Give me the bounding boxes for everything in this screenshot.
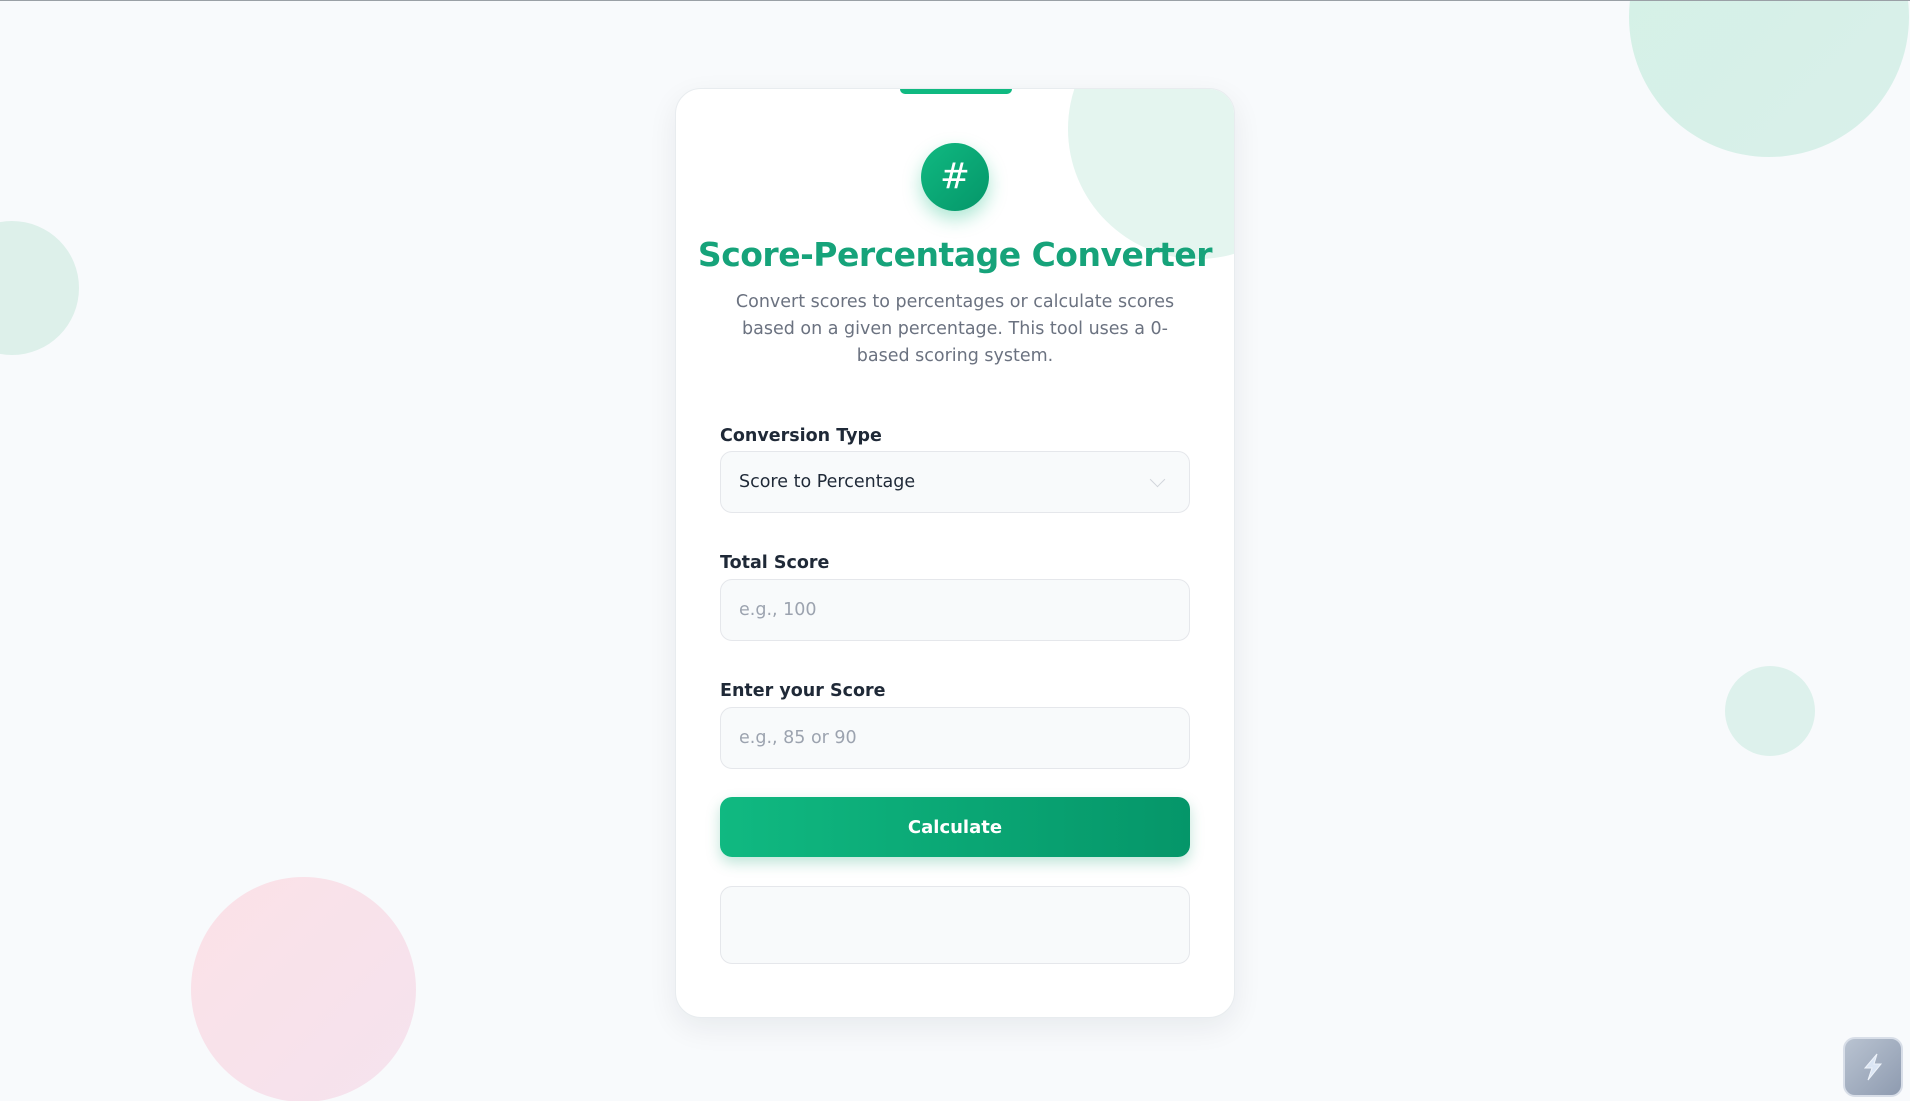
page-description: Convert scores to percentages or calcula…: [735, 292, 1175, 366]
decorative-circle-bottom-left: [191, 877, 416, 1101]
your-score-field[interactable]: [720, 707, 1190, 769]
conversion-type-value: Score to Percentage: [739, 472, 916, 492]
total-score-field[interactable]: [720, 579, 1190, 641]
conversion-type-select[interactable]: Score to Percentage: [720, 451, 1190, 513]
card-top-accent-bar: [900, 89, 1012, 94]
result-box: [720, 886, 1190, 964]
your-score-label: Enter your Score: [720, 681, 886, 701]
converter-card: # Score-Percentage Converter Convert sco…: [675, 88, 1235, 1018]
conversion-type-label: Conversion Type: [720, 426, 882, 446]
card-corner-decoration: [1068, 89, 1234, 259]
total-score-input[interactable]: [739, 600, 1171, 620]
page-viewport: # Score-Percentage Converter Convert sco…: [0, 0, 1910, 1101]
decorative-circle-left: [0, 221, 79, 355]
page-title: Score-Percentage Converter: [697, 235, 1213, 274]
your-score-input[interactable]: [739, 728, 1171, 748]
lightning-icon: [1863, 1053, 1883, 1081]
chevron-down-icon: [1149, 471, 1166, 487]
decorative-circle-top-right: [1629, 1, 1909, 157]
total-score-label: Total Score: [720, 553, 830, 573]
corner-widget-button[interactable]: [1843, 1037, 1903, 1097]
hash-icon: #: [921, 143, 989, 211]
decorative-circle-right: [1725, 666, 1815, 756]
calculate-button[interactable]: Calculate: [720, 797, 1190, 857]
